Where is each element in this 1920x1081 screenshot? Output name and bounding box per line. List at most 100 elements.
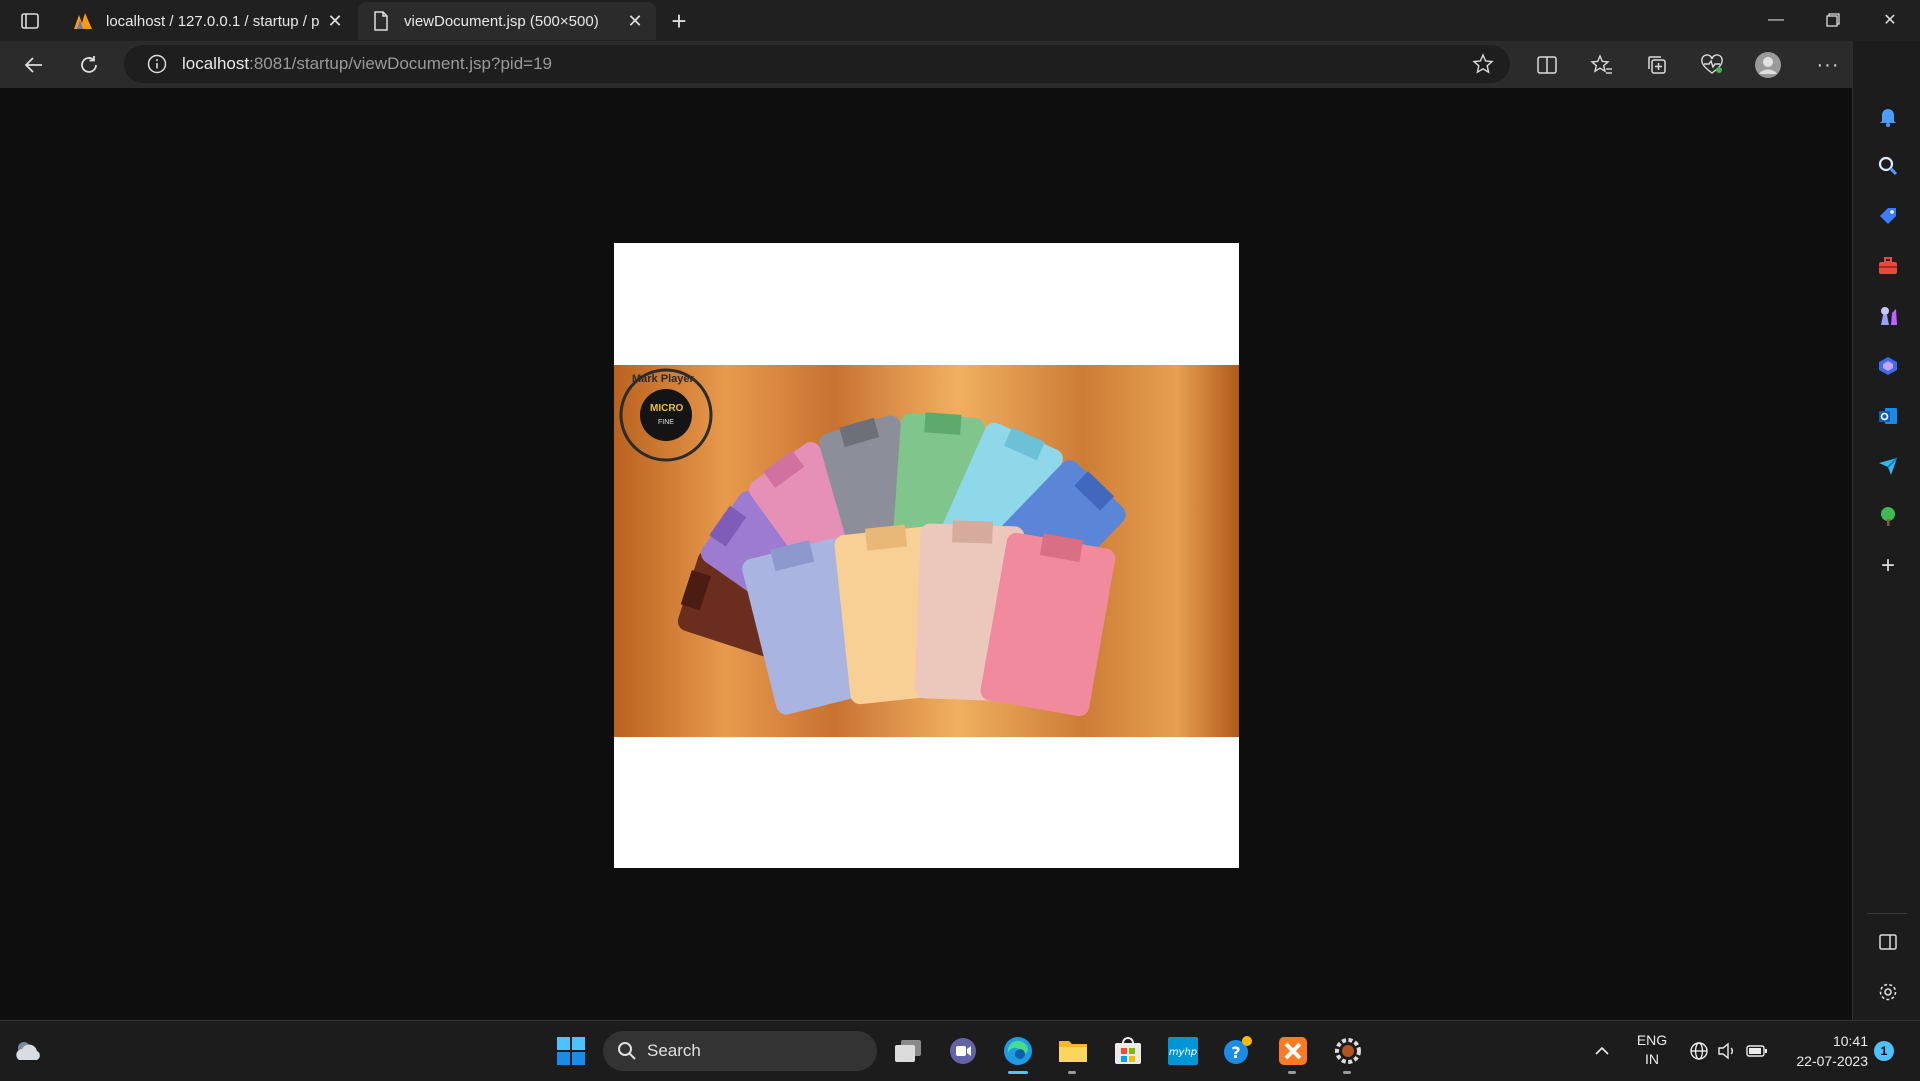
battery-button[interactable] bbox=[1742, 1021, 1772, 1081]
sidebar-copilot[interactable] bbox=[1873, 351, 1903, 381]
weather-cloud-icon bbox=[16, 1042, 40, 1060]
gear-icon bbox=[1335, 1038, 1361, 1064]
taskbar-search[interactable]: Search bbox=[603, 1031, 877, 1071]
speaker-icon bbox=[1718, 1042, 1733, 1060]
favorites-icon bbox=[1590, 54, 1612, 74]
windows-taskbar: Search myhp ? ENG IN 10:41 22-07-2023 1 bbox=[0, 1020, 1920, 1081]
more-options-button[interactable]: ··· bbox=[1814, 51, 1842, 79]
weather-widget[interactable] bbox=[10, 1033, 46, 1069]
restore-icon bbox=[1826, 13, 1840, 27]
myhp-button[interactable]: myhp bbox=[1165, 1033, 1201, 1069]
sidebar-search[interactable] bbox=[1873, 151, 1903, 181]
xampp-button[interactable] bbox=[1275, 1033, 1311, 1074]
chevron-up-icon bbox=[1595, 1046, 1609, 1055]
send-icon bbox=[1879, 457, 1898, 475]
plus-icon: + bbox=[1880, 552, 1895, 579]
arrow-left-icon bbox=[24, 57, 42, 73]
sidebar-shopping[interactable] bbox=[1873, 201, 1903, 231]
url-path: :8081/startup/viewDocument.jsp?pid=19 bbox=[249, 54, 552, 73]
tab-actions-button[interactable] bbox=[10, 8, 50, 34]
start-button[interactable] bbox=[553, 1033, 589, 1069]
refresh-button[interactable] bbox=[71, 47, 107, 83]
sidebar-hide[interactable] bbox=[1873, 927, 1903, 957]
favorites-button[interactable] bbox=[1588, 51, 1616, 79]
tab-title: viewDocument.jsp (500×500) bbox=[404, 12, 599, 30]
back-button[interactable] bbox=[16, 47, 52, 83]
site-info-icon[interactable] bbox=[146, 53, 168, 75]
tab-view-document[interactable]: viewDocument.jsp (500×500) ✕ bbox=[358, 2, 656, 40]
get-help-button[interactable]: ? bbox=[1220, 1033, 1256, 1069]
browser-essentials-button[interactable] bbox=[1698, 51, 1726, 79]
badge-brand: MICRO bbox=[650, 403, 684, 414]
running-indicator bbox=[1068, 1071, 1076, 1074]
collections-icon bbox=[1648, 56, 1666, 74]
edge-taskbar-button[interactable] bbox=[1000, 1033, 1036, 1074]
shirts-photo: Mark Player MICRO FINE bbox=[614, 365, 1239, 737]
search-label: Search bbox=[647, 1041, 701, 1060]
network-button[interactable] bbox=[1684, 1021, 1714, 1081]
sidebar-notifications[interactable] bbox=[1873, 101, 1903, 131]
favorite-star-icon[interactable] bbox=[1472, 53, 1494, 80]
language-indicator[interactable]: ENG IN bbox=[1628, 1031, 1676, 1069]
apache-tomcat-button[interactable] bbox=[1330, 1033, 1366, 1074]
outlook-icon bbox=[1879, 408, 1897, 424]
myhp-icon: myhp bbox=[1168, 1037, 1198, 1065]
region-code: IN bbox=[1645, 1051, 1659, 1067]
page-content: Mark Player MICRO FINE bbox=[0, 88, 1852, 1020]
tree-icon bbox=[1881, 507, 1895, 526]
microsoft-store-button[interactable] bbox=[1110, 1033, 1146, 1069]
language-code: ENG bbox=[1636, 1032, 1668, 1048]
restore-button[interactable] bbox=[1805, 0, 1861, 40]
sidebar-divider bbox=[1867, 913, 1907, 914]
sidebar-tree[interactable] bbox=[1873, 501, 1903, 531]
briefcase-icon bbox=[1879, 257, 1897, 274]
sidebar-tools[interactable] bbox=[1873, 251, 1903, 281]
edge-icon bbox=[1004, 1037, 1032, 1065]
file-explorer-button[interactable] bbox=[1055, 1033, 1091, 1074]
new-tab-button[interactable]: + bbox=[664, 6, 694, 36]
url-text: localhost:8081/startup/viewDocument.jsp?… bbox=[182, 54, 552, 74]
badge-ring-text: Mark Player bbox=[632, 373, 694, 385]
sidebar-settings[interactable] bbox=[1873, 977, 1903, 1007]
collections-button[interactable] bbox=[1643, 51, 1671, 79]
sidebar-games[interactable] bbox=[1873, 301, 1903, 331]
teams-chat-button[interactable] bbox=[945, 1033, 981, 1069]
close-tab-button[interactable]: ✕ bbox=[322, 8, 348, 34]
tag-icon bbox=[1880, 208, 1896, 224]
teams-chat-icon bbox=[950, 1038, 976, 1064]
sidebar-add[interactable]: + bbox=[1873, 551, 1903, 581]
heart-pulse-icon bbox=[1701, 54, 1723, 74]
close-tab-button[interactable]: ✕ bbox=[622, 8, 648, 34]
split-screen-button[interactable] bbox=[1533, 51, 1561, 79]
minimize-button[interactable]: — bbox=[1748, 0, 1804, 40]
show-hidden-icons-button[interactable] bbox=[1588, 1021, 1616, 1081]
volume-button[interactable] bbox=[1712, 1021, 1742, 1081]
windows-logo-icon bbox=[557, 1037, 585, 1065]
notification-badge[interactable]: 1 bbox=[1874, 1041, 1894, 1061]
close-icon: ✕ bbox=[1883, 12, 1897, 29]
tab-phpmyadmin[interactable]: localhost / 127.0.0.1 / startup / p ✕ bbox=[60, 2, 356, 40]
clock-time: 10:41 bbox=[1832, 1033, 1868, 1049]
task-view-button[interactable] bbox=[890, 1033, 926, 1069]
store-icon bbox=[1115, 1037, 1141, 1064]
refresh-icon bbox=[81, 56, 97, 73]
tab-title: localhost / 127.0.0.1 / startup / p bbox=[106, 12, 320, 30]
address-bar[interactable]: localhost:8081/startup/viewDocument.jsp?… bbox=[124, 45, 1510, 83]
split-screen-icon bbox=[1537, 56, 1557, 74]
sidebar-drop[interactable] bbox=[1873, 451, 1903, 481]
document-icon bbox=[370, 10, 392, 32]
edge-sidebar: + bbox=[1852, 41, 1920, 1020]
svg-text:?: ? bbox=[1231, 1043, 1240, 1062]
sidebar-outlook[interactable] bbox=[1873, 401, 1903, 431]
url-host: localhost bbox=[182, 54, 250, 73]
sidebar-panel-icon bbox=[1879, 934, 1897, 950]
running-indicator bbox=[1288, 1071, 1296, 1074]
close-window-button[interactable]: ✕ bbox=[1862, 0, 1918, 40]
ellipsis-icon: ··· bbox=[1816, 53, 1840, 76]
tab-actions-icon bbox=[21, 13, 39, 29]
clock[interactable]: 10:41 22-07-2023 bbox=[1780, 1031, 1868, 1071]
tab-bar: localhost / 127.0.0.1 / startup / p ✕ vi… bbox=[0, 0, 1920, 41]
document-image[interactable]: Mark Player MICRO FINE bbox=[614, 243, 1239, 868]
task-view-icon bbox=[895, 1040, 921, 1062]
profile-button[interactable] bbox=[1754, 51, 1782, 79]
